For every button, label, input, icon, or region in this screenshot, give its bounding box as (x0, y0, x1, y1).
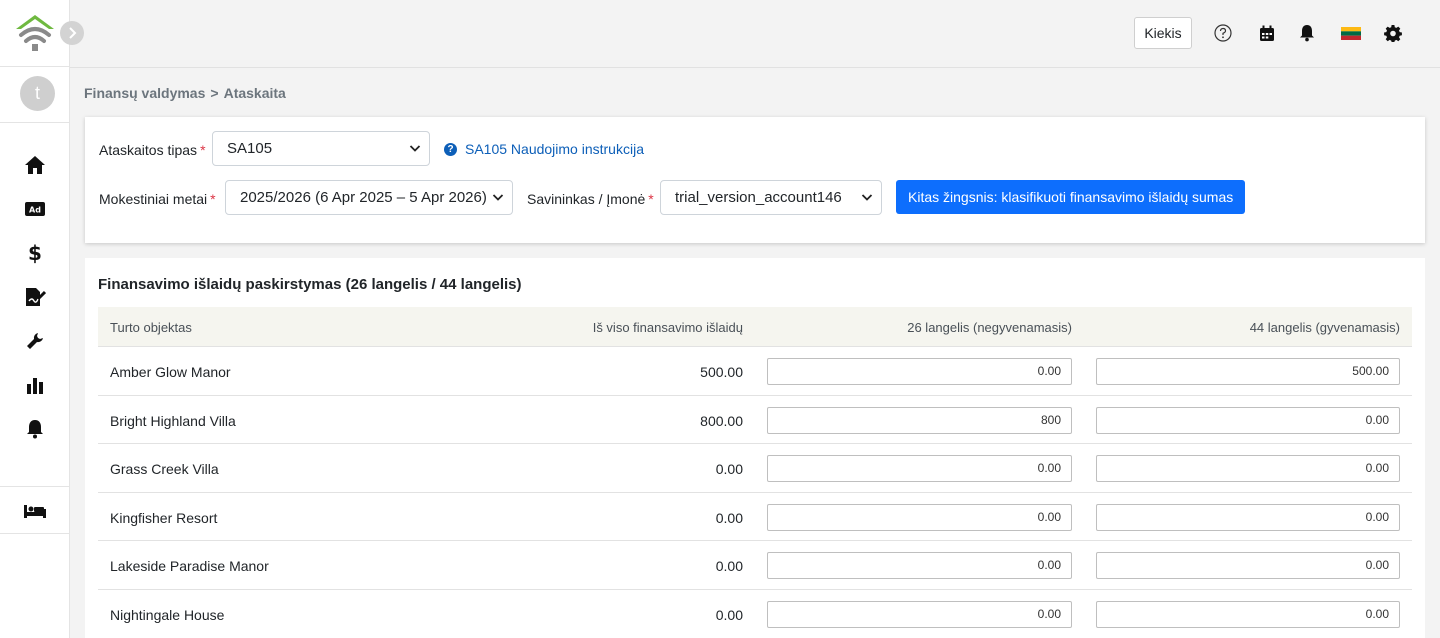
box26-input[interactable]: 0.00 (767, 358, 1072, 385)
dollar-icon[interactable]: $ (22, 240, 48, 266)
breadcrumb-parent[interactable]: Finansų valdymas (84, 85, 205, 101)
breadcrumb-separator: > (210, 85, 219, 101)
table-row: Grass Creek Villa 0.00 0.00 0.00 (98, 444, 1412, 493)
tax-year-value: 2025/2026 (6 Apr 2025 – 5 Apr 2026) (240, 189, 487, 206)
kiekis-label: Kiekis (1144, 25, 1182, 41)
box44-input[interactable]: 0.00 (1096, 600, 1400, 628)
help-icon[interactable] (1212, 22, 1234, 44)
next-step-button[interactable]: Kitas žingsnis: klasifikuoti finansavimo… (896, 180, 1246, 214)
total-finance-cost: 800.00 (700, 412, 743, 429)
svg-text:$: $ (28, 242, 42, 264)
total-finance-cost: 0.00 (715, 606, 743, 623)
logo-icon[interactable] (14, 13, 56, 53)
total-finance-cost: 0.00 (715, 461, 743, 478)
ad-icon[interactable]: Ad (22, 196, 48, 222)
next-step-label: Kitas žingsnis: klasifikuoti finansavimo… (908, 189, 1234, 205)
box44-input[interactable]: 0.00 (1096, 455, 1400, 483)
bed-icon[interactable] (22, 498, 48, 524)
owner-value: trial_version_account146 (675, 189, 842, 206)
col-property: Turto objektas (110, 320, 192, 335)
settings-gear-icon[interactable] (1382, 22, 1404, 44)
total-finance-cost: 0.00 (715, 558, 743, 575)
chevron-down-icon (861, 194, 873, 201)
owner-select[interactable]: trial_version_account146 (660, 180, 882, 215)
calendar-icon[interactable] (1256, 22, 1278, 44)
col-total: Iš viso finansavimo išlaidų (592, 320, 743, 335)
report-type-label: Ataskaitos tipas * (99, 142, 206, 158)
question-circle-icon: ? (444, 142, 457, 156)
chevron-right-icon (69, 27, 77, 39)
property-name: Nightingale House (110, 606, 225, 623)
owner-label: Savininkas / Įmonė * (527, 191, 654, 207)
sidebar: t Ad $ (0, 0, 84, 638)
bar-chart-icon[interactable] (22, 372, 48, 398)
tax-year-select[interactable]: 2025/2026 (6 Apr 2025 – 5 Apr 2026) (225, 180, 513, 215)
breadcrumb-current: Ataskaita (223, 85, 286, 101)
sidebar-divider (0, 533, 70, 534)
property-name: Kingfisher Resort (110, 509, 218, 526)
required-mark: * (200, 142, 206, 158)
table-row: Kingfisher Resort 0.00 0.00 0.00 (98, 493, 1412, 542)
table-row: Bright Highland Villa 800.00 800 0.00 (98, 396, 1412, 445)
avatar[interactable]: t (20, 76, 55, 111)
box26-input[interactable]: 0.00 (767, 552, 1072, 580)
property-name: Grass Creek Villa (110, 461, 219, 478)
report-filter-card: Ataskaitos tipas * SA105 ? SA105 Naudojim… (85, 117, 1425, 243)
table-row: Nightingale House 0.00 0.00 0.00 (98, 590, 1412, 638)
box26-input[interactable]: 0.00 (767, 503, 1072, 531)
col-box26: 26 langelis (negyvenamasis) (907, 320, 1072, 335)
required-mark: * (648, 191, 654, 207)
file-signature-icon[interactable] (22, 284, 48, 310)
sidebar-toggle-button[interactable] (60, 21, 84, 45)
help-link-text: SA105 Naudojimo instrukcija (465, 141, 644, 157)
table-row: Amber Glow Manor 500.00 0.00 500.00 (98, 347, 1412, 396)
box44-input[interactable]: 500.00 (1096, 358, 1400, 385)
notification-bell-icon[interactable] (1296, 22, 1318, 44)
tax-year-label: Mokestiniai metai * (99, 191, 216, 207)
finance-cost-allocation-card: Finansavimo išlaidų paskirstymas (26 lan… (85, 258, 1425, 638)
avatar-initial: t (34, 83, 40, 103)
sidebar-divider (0, 486, 70, 487)
allocation-table: Turto objektas Iš viso finansavimo išlai… (98, 307, 1412, 638)
required-mark: * (210, 191, 216, 207)
chevron-down-icon (492, 194, 504, 201)
top-header: Kiekis (70, 0, 1440, 68)
table-row: Lakeside Paradise Manor 0.00 0.00 0.00 (98, 541, 1412, 590)
col-box44: 44 langelis (gyvenamasis) (1249, 320, 1400, 335)
box44-input[interactable]: 0.00 (1096, 503, 1400, 531)
property-name: Lakeside Paradise Manor (110, 558, 269, 575)
chevron-down-icon (409, 145, 421, 152)
property-name: Bright Highland Villa (110, 412, 236, 429)
svg-text:Ad: Ad (29, 206, 41, 215)
breadcrumb: Finansų valdymas > Ataskaita (84, 85, 286, 101)
bell-icon[interactable] (22, 416, 48, 442)
box44-input[interactable]: 0.00 (1096, 406, 1400, 434)
home-icon[interactable] (22, 152, 48, 178)
total-finance-cost: 500.00 (700, 364, 743, 380)
box26-input[interactable]: 0.00 (767, 455, 1072, 483)
sidebar-divider (0, 122, 70, 123)
table-body: Amber Glow Manor 500.00 0.00 500.00 Bright H… (98, 347, 1412, 638)
wrench-icon[interactable] (22, 328, 48, 354)
box26-input[interactable]: 800 (767, 406, 1072, 434)
card-title: Finansavimo išlaidų paskirstymas (26 lan… (98, 276, 522, 293)
property-name: Amber Glow Manor (110, 364, 231, 380)
total-finance-cost: 0.00 (715, 509, 743, 526)
kiekis-button[interactable]: Kiekis (1134, 17, 1192, 49)
report-type-value: SA105 (227, 140, 273, 157)
lithuania-flag-icon[interactable] (1340, 22, 1362, 44)
sidebar-divider (0, 66, 70, 67)
box44-input[interactable]: 0.00 (1096, 552, 1400, 580)
table-header: Turto objektas Iš viso finansavimo išlai… (98, 307, 1412, 347)
box26-input[interactable]: 0.00 (767, 600, 1072, 628)
report-type-select[interactable]: SA105 (212, 131, 430, 166)
sa105-help-link[interactable]: ? SA105 Naudojimo instrukcija (444, 141, 644, 157)
